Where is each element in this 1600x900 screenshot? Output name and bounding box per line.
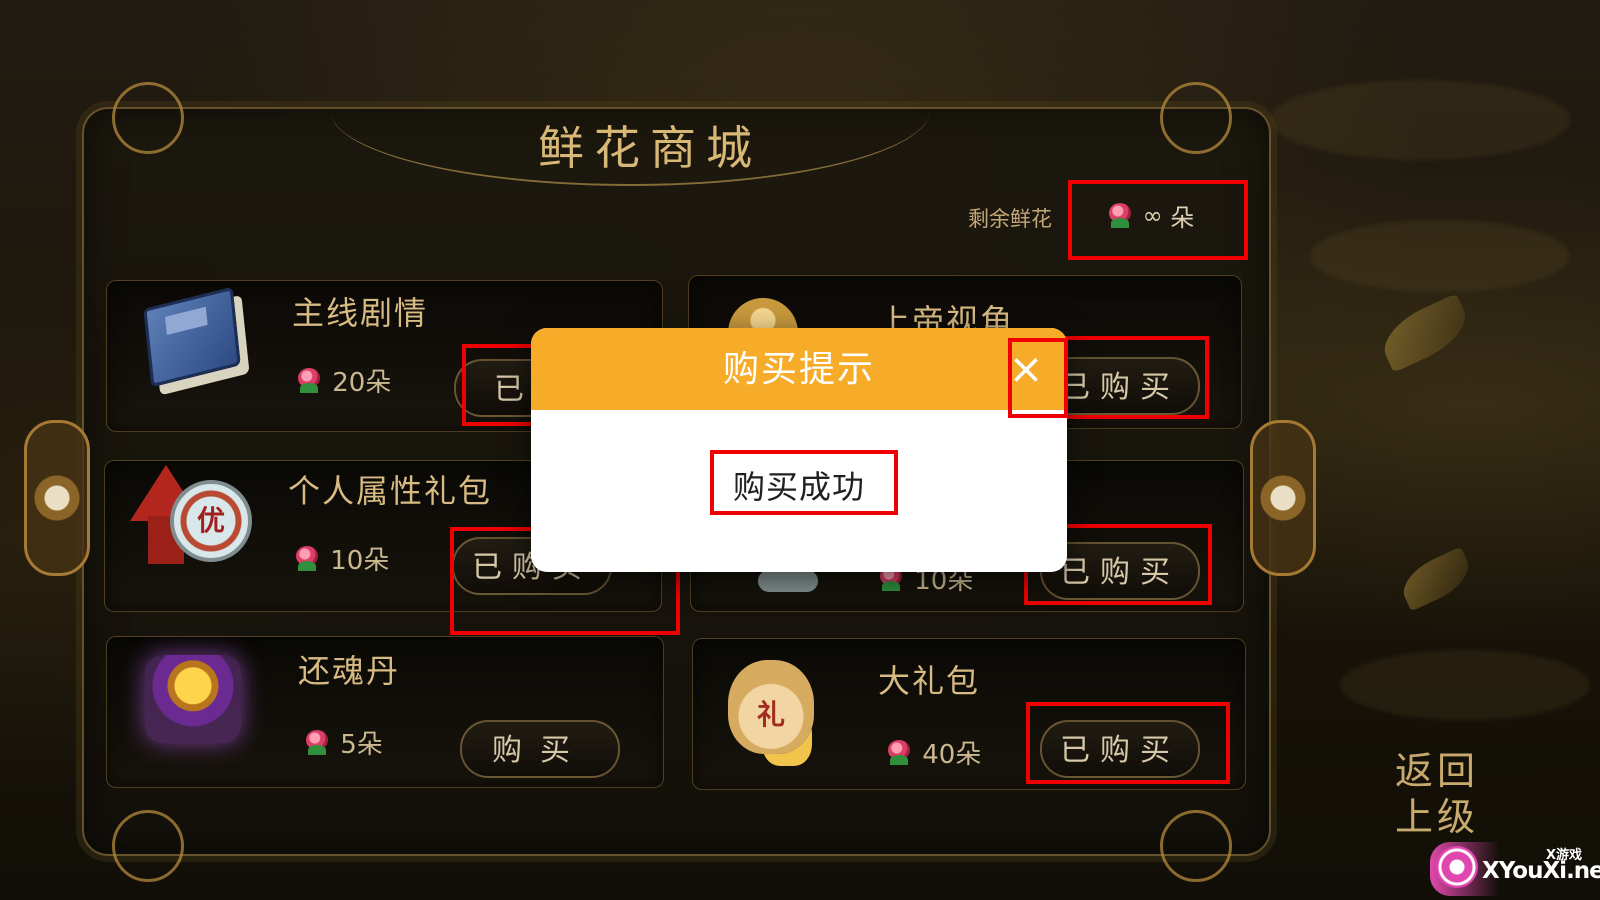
site-watermark: X游戏 XYouXi.net bbox=[1430, 842, 1600, 896]
back-button-line-1: 返回 bbox=[1394, 749, 1479, 793]
remaining-flowers-unit: 朵 bbox=[1170, 204, 1195, 232]
buy-button-revival-pill[interactable]: 购买 bbox=[460, 720, 620, 778]
item-price-personal-pack: 10朵 bbox=[292, 540, 389, 577]
close-icon[interactable]: × bbox=[1005, 348, 1047, 390]
left-side-ornament-icon bbox=[24, 420, 90, 576]
ornament-corner-icon bbox=[1160, 82, 1232, 154]
ornament-corner-icon bbox=[1160, 810, 1232, 882]
rose-icon bbox=[884, 738, 914, 768]
gift-bag-icon: 礼 bbox=[728, 660, 814, 754]
potion-bottle-icon: 优 bbox=[170, 480, 252, 562]
right-side-ornament-icon bbox=[1250, 420, 1316, 576]
item-name-personal-pack: 个人属性礼包 bbox=[288, 472, 493, 510]
background-cloud bbox=[1340, 650, 1590, 720]
item-price-text: 5朵 bbox=[340, 730, 383, 760]
item-price-text: 20朵 bbox=[332, 368, 392, 398]
rose-icon bbox=[302, 728, 332, 758]
item-price-main-story: 20朵 bbox=[294, 362, 391, 399]
item-name-big-gift-pack: 大礼包 bbox=[878, 662, 981, 700]
decorative-leaf-icon bbox=[1374, 293, 1476, 373]
remaining-flowers-count: ∞ bbox=[1142, 201, 1163, 230]
purchased-button-big-gift-pack[interactable]: 已购买 bbox=[1040, 720, 1200, 778]
item-name-main-story: 主线剧情 bbox=[292, 294, 429, 332]
purchase-dialog: 购买提示 × 购买成功 bbox=[531, 328, 1067, 572]
remaining-flowers-value: ∞ 朵 bbox=[1105, 198, 1194, 233]
watermark-site-text: XYouXi.net bbox=[1482, 858, 1600, 884]
ornament-corner-icon bbox=[112, 810, 184, 882]
rose-icon bbox=[1105, 201, 1135, 231]
xyouxi-logo-icon bbox=[1436, 846, 1478, 888]
back-to-previous-button[interactable]: 返回 上级 bbox=[1390, 748, 1484, 840]
dialog-title: 购买提示 bbox=[722, 349, 875, 390]
item-price-text: 10朵 bbox=[330, 546, 390, 576]
background-cloud bbox=[1270, 80, 1570, 160]
partial-item-icon bbox=[758, 570, 818, 592]
ornament-corner-icon bbox=[112, 82, 184, 154]
treasure-chest-icon bbox=[145, 655, 241, 743]
dialog-message: 购买成功 bbox=[732, 468, 865, 506]
rose-icon bbox=[294, 366, 324, 396]
item-name-revival-pill: 还魂丹 bbox=[298, 652, 401, 690]
back-button-line-2: 上级 bbox=[1394, 795, 1479, 839]
item-price-text: 40朵 bbox=[922, 740, 982, 770]
flower-shop-screen: 鲜花商城 剩余鲜花 ∞ 朵 主线剧情 20朵 已购 上帝视角 已购买 优 个人属… bbox=[0, 0, 1600, 900]
item-price-big-gift-pack: 40朵 bbox=[884, 734, 981, 771]
rose-icon bbox=[292, 544, 322, 574]
background-cloud bbox=[1310, 220, 1570, 292]
shop-title: 鲜花商城 bbox=[538, 121, 762, 175]
item-price-revival-pill: 5朵 bbox=[302, 724, 383, 761]
remaining-flowers-label: 剩余鲜花 bbox=[968, 207, 1052, 231]
decorative-leaf-icon bbox=[1395, 546, 1477, 612]
